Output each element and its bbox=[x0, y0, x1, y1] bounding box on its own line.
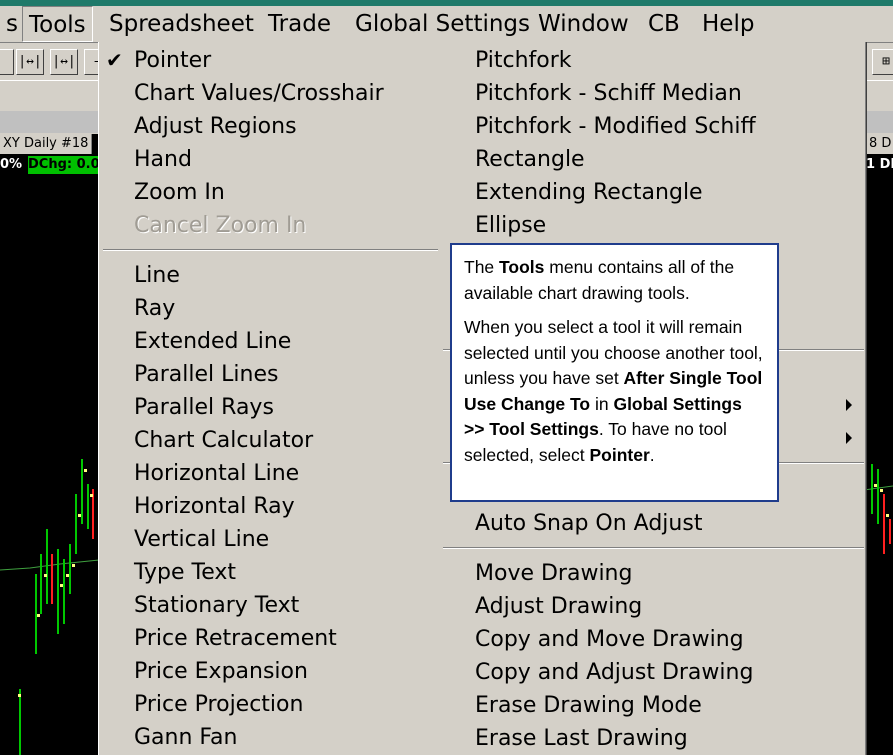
menu-item-ray[interactable]: Ray bbox=[134, 292, 175, 325]
menu-item-horizontal-line[interactable]: Horizontal Line bbox=[134, 457, 299, 490]
menu-cb[interactable]: CB bbox=[642, 6, 686, 42]
menu-item-price-retracement[interactable]: Price Retracement bbox=[134, 622, 337, 655]
menu-item-horizontal-ray[interactable]: Horizontal Ray bbox=[134, 490, 295, 523]
menu-item-erase-drawing-mode[interactable]: Erase Drawing Mode bbox=[475, 689, 702, 722]
menu-item-rectangle[interactable]: Rectangle bbox=[475, 143, 585, 176]
menu-separator bbox=[103, 249, 438, 251]
menu-item-pointer[interactable]: Pointer bbox=[134, 44, 211, 77]
callout-bold-text: Tools bbox=[499, 257, 545, 277]
menu-item-price-projection[interactable]: Price Projection bbox=[134, 688, 303, 721]
menu-item-type-text[interactable]: Type Text bbox=[134, 556, 236, 589]
menu-item-copy-and-move-drawing[interactable]: Copy and Move Drawing bbox=[475, 623, 744, 656]
menu-item-extended-line[interactable]: Extended Line bbox=[134, 325, 291, 358]
callout-paragraph-2: When you select a tool it will remain se… bbox=[464, 315, 767, 468]
zoom-range-icon[interactable]: |↔| bbox=[50, 49, 78, 75]
menu-item-copy-and-adjust-drawing[interactable]: Copy and Adjust Drawing bbox=[475, 656, 753, 689]
callout-bold-text: Pointer bbox=[589, 444, 650, 465]
submenu-arrow-icon bbox=[846, 432, 852, 444]
menu-item-parallel-rays[interactable]: Parallel Rays bbox=[134, 391, 274, 424]
menu-item-stationary-text[interactable]: Stationary Text bbox=[134, 589, 299, 622]
menu-item-hand[interactable]: Hand bbox=[134, 143, 192, 176]
callout-text: in bbox=[590, 393, 614, 414]
menu-item-pitchfork-modified-schiff[interactable]: Pitchfork - Modified Schiff bbox=[475, 110, 756, 143]
chart-window-right[interactable]: 8 D 1 DP bbox=[864, 134, 893, 755]
menu-item-erase-last-drawing[interactable]: Erase Last Drawing bbox=[475, 722, 688, 755]
menu-trade[interactable]: Trade bbox=[262, 6, 337, 42]
callout-text: The bbox=[464, 257, 500, 277]
menu-item-auto-snap-on-adjust[interactable]: Auto Snap On Adjust bbox=[475, 507, 702, 540]
menu-item-gann-fan[interactable]: Gann Fan bbox=[134, 721, 237, 754]
menu-item-extending-rectangle[interactable]: Extending Rectangle bbox=[475, 176, 703, 209]
menu-item-move-drawing[interactable]: Move Drawing bbox=[475, 557, 632, 590]
menu-partial-item[interactable]: s bbox=[0, 6, 24, 42]
menu-spreadsheet[interactable]: Spreadsheet bbox=[103, 6, 260, 42]
menu-help[interactable]: Help bbox=[696, 6, 760, 42]
chart-window-left[interactable]: XY Daily #18 0% DChg: 0.0 bbox=[0, 134, 99, 755]
callout-paragraph-1: The Tools menu contains all of the avail… bbox=[464, 255, 767, 306]
menu-item-pitchfork-schiff-median[interactable]: Pitchfork - Schiff Median bbox=[475, 77, 742, 110]
menu-bar: s Tools Spreadsheet Trade Global Setting… bbox=[0, 6, 893, 43]
price-bars-right bbox=[864, 464, 893, 554]
zoom-fit-icon[interactable]: |↔| bbox=[16, 49, 44, 75]
menu-item-parallel-lines[interactable]: Parallel Lines bbox=[134, 358, 278, 391]
menu-item-line[interactable]: Line bbox=[134, 259, 180, 292]
menu-separator bbox=[443, 547, 864, 549]
callout-text: . bbox=[649, 444, 655, 465]
menu-tools[interactable]: Tools bbox=[22, 6, 93, 42]
menu-global-settings[interactable]: Global Settings bbox=[349, 6, 536, 42]
menu-item-price-expansion[interactable]: Price Expansion bbox=[134, 655, 308, 688]
menu-item-vertical-line[interactable]: Vertical Line bbox=[134, 523, 269, 556]
checkmark-icon: ✔ bbox=[106, 48, 123, 72]
menu-item-zoom-in[interactable]: Zoom In bbox=[134, 176, 225, 209]
toolbar-edge-button[interactable] bbox=[0, 49, 14, 75]
menu-window[interactable]: Window bbox=[532, 6, 635, 42]
menu-item-cancel-zoom-in: Cancel Zoom In bbox=[134, 213, 307, 238]
menu-item-ellipse[interactable]: Ellipse bbox=[475, 209, 546, 242]
menu-item-adjust-regions[interactable]: Adjust Regions bbox=[134, 110, 297, 143]
grid-icon[interactable]: ⊞ bbox=[872, 49, 893, 75]
menu-item-chart-values-crosshair[interactable]: Chart Values/Crosshair bbox=[134, 77, 384, 110]
menu-item-adjust-drawing[interactable]: Adjust Drawing bbox=[475, 590, 642, 623]
submenu-arrow-icon bbox=[846, 399, 852, 411]
price-bars-left bbox=[0, 459, 99, 755]
menu-item-pitchfork[interactable]: Pitchfork bbox=[475, 44, 572, 77]
menu-item-chart-calculator[interactable]: Chart Calculator bbox=[134, 424, 313, 457]
help-callout: The Tools menu contains all of the avail… bbox=[450, 243, 779, 502]
